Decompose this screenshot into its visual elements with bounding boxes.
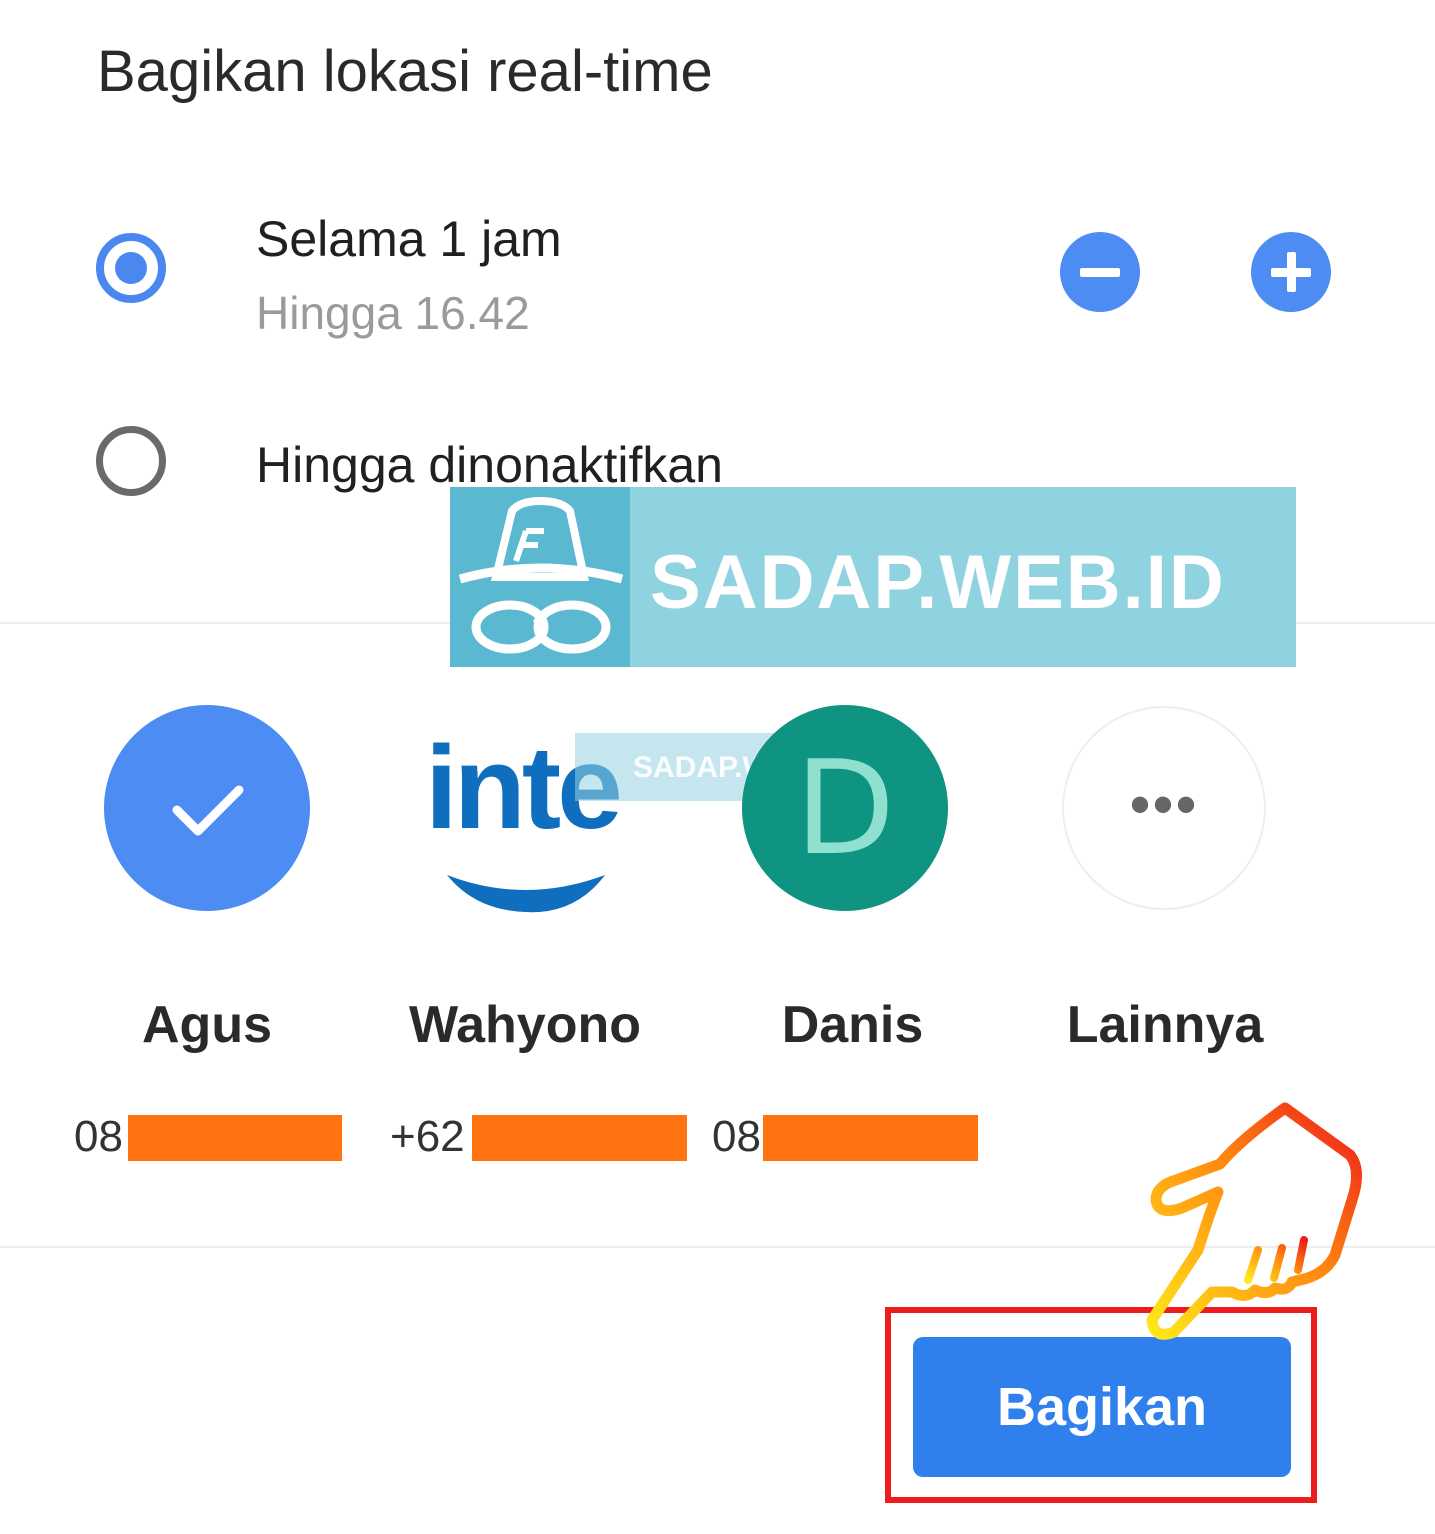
contact-name-agus[interactable]: Agus <box>107 995 307 1055</box>
decrease-duration-button[interactable] <box>1060 232 1140 312</box>
contact-phone-danis: 08 <box>712 1112 761 1161</box>
avatar-letter: D <box>794 732 896 884</box>
share-button-label: Bagikan <box>996 1377 1208 1437</box>
share-button[interactable]: Bagikan <box>913 1337 1291 1477</box>
more-icon: ••• <box>1129 771 1199 838</box>
check-icon <box>172 785 244 836</box>
contact-more-button[interactable]: ••• <box>1062 706 1266 910</box>
watermark-text: SADAP.WEB.ID <box>650 540 1226 625</box>
contact-avatar-danis[interactable]: D <box>742 705 948 911</box>
radio-until-off[interactable] <box>96 426 166 496</box>
radio-one-hour[interactable] <box>96 233 166 303</box>
redaction-bar <box>128 1115 342 1161</box>
contact-name-wahyono[interactable]: Wahyono <box>400 995 650 1055</box>
contact-name-danis[interactable]: Danis <box>745 995 960 1055</box>
watermark-banner: SADAP.WEB.ID <box>450 487 1296 667</box>
contact-name-lainnya[interactable]: Lainnya <box>1050 995 1280 1055</box>
contact-phone-agus: 08 <box>74 1112 123 1161</box>
dialog-title: Bagikan lokasi real-time <box>97 39 713 104</box>
option-one-hour-label[interactable]: Selama 1 jam <box>256 210 562 268</box>
option-one-hour-sublabel: Hingga 16.42 <box>256 287 530 339</box>
option-until-off-label[interactable]: Hingga dinonaktifkan <box>256 436 723 494</box>
pointing-hand-icon <box>1146 1102 1362 1340</box>
radio-selected-dot <box>115 252 147 284</box>
contact-phone-wahyono: +62 <box>390 1112 465 1161</box>
redaction-bar <box>472 1115 687 1161</box>
increase-duration-button[interactable] <box>1251 232 1331 312</box>
redaction-bar <box>763 1115 978 1161</box>
contact-avatar-agus[interactable] <box>104 705 310 911</box>
spy-hat-glasses-icon <box>450 487 630 667</box>
minus-icon <box>1080 268 1120 277</box>
